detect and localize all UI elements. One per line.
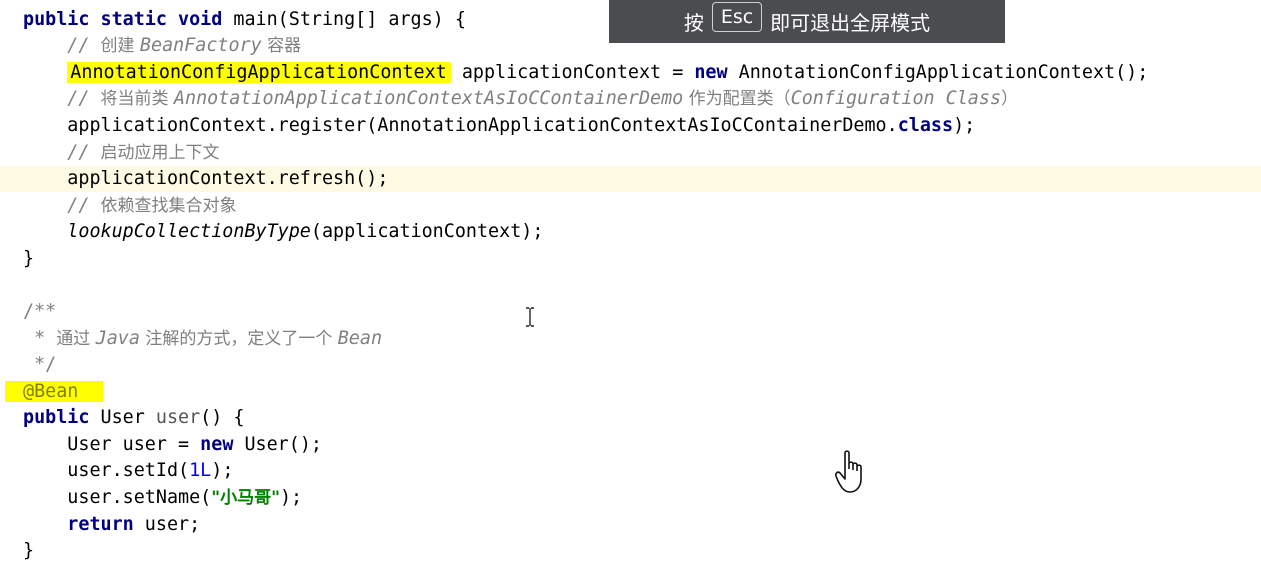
comment-text: 将当前类 <box>100 89 174 109</box>
method-name: user <box>155 407 201 428</box>
hand-cursor-icon <box>835 450 862 493</box>
string-literal: "小马哥" <box>211 488 280 508</box>
code-text: AnnotationConfigApplicationContext(); <box>727 62 1149 83</box>
comment-text: 启动应用上下文 <box>100 143 220 163</box>
code-line-7-current: applicationContext.refresh(); <box>0 166 1261 192</box>
code-line-19: user.setName("小马哥"); <box>0 485 1261 511</box>
keyword: public static void <box>23 9 223 30</box>
static-method-call: lookupCollectionByType <box>67 221 311 242</box>
code-line-5: applicationContext.register(AnnotationAp… <box>0 113 1261 139</box>
hint-suffix: 即可退出全屏模式 <box>770 11 931 35</box>
code-line-10: } <box>0 246 1261 272</box>
code-editor[interactable]: public static void main(String[] args) {… <box>0 0 1261 569</box>
comment-marker: // <box>67 195 101 216</box>
code-line-3: AnnotationConfigApplicationContext appli… <box>0 60 1261 86</box>
code-text: user.setName( <box>67 487 212 508</box>
closing-brace: } <box>23 540 35 561</box>
code-text: user.setId( <box>67 460 190 481</box>
code-text: ); <box>953 115 976 136</box>
hint-prefix: 按 <box>683 11 704 35</box>
code-line-14: */ <box>0 352 1261 378</box>
code-text: User user = <box>67 434 201 455</box>
code-line-20: return user; <box>0 512 1261 538</box>
code-text: main(String[] args) { <box>222 9 466 30</box>
comment-text: 容器 <box>261 36 302 56</box>
javadoc-text: 通过 <box>56 329 96 349</box>
javadoc-star: * <box>23 328 57 349</box>
code-text: User(); <box>233 434 322 455</box>
comment-text: ） <box>1001 89 1019 109</box>
closing-brace: } <box>23 248 35 269</box>
comment-text: 作为配置类（ <box>683 89 791 109</box>
highlighted-annotation: @Bean <box>5 381 104 402</box>
code-text: User <box>89 407 156 428</box>
code-line-21: } <box>0 538 1261 564</box>
keyword: new <box>200 434 234 455</box>
code-line-4: // 将当前类 AnnotationApplicationContextAsIo… <box>0 86 1261 112</box>
code-line-9: lookupCollectionByType(applicationContex… <box>0 219 1261 245</box>
code-line-16: public User user() { <box>0 405 1261 431</box>
keyword: new <box>694 62 728 83</box>
number-literal: 1L <box>189 460 212 481</box>
keyword: class <box>897 115 954 136</box>
comment-italic: Configuration Class <box>790 88 1002 109</box>
code-text: user; <box>133 514 201 535</box>
comment-text: 创建 <box>100 36 140 56</box>
code-text: ); <box>279 487 303 508</box>
esc-key-badge: Esc <box>711 1 763 32</box>
javadoc-close: */ <box>23 354 57 375</box>
comment-marker: // <box>67 88 101 109</box>
fullscreen-exit-hint: 按 Esc 即可退出全屏模式 <box>609 0 1005 43</box>
code-line-6: // 启动应用上下文 <box>0 140 1261 166</box>
code-line-8: // 依赖查找集合对象 <box>0 193 1261 219</box>
code-line-18: user.setId(1L); <box>0 458 1261 484</box>
code-text: (applicationContext); <box>310 221 544 242</box>
keyword: public <box>23 407 90 428</box>
code-text: applicationContext.register(AnnotationAp… <box>67 115 898 136</box>
comment-italic: AnnotationApplicationContextAsIoCContain… <box>173 88 684 109</box>
comment-marker: // <box>67 35 101 56</box>
ibeam-cursor-icon <box>526 307 534 327</box>
code-line-13: * 通过 Java 注解的方式，定义了一个 Bean <box>0 326 1261 352</box>
code-text: () { <box>200 407 245 428</box>
javadoc-italic: Bean <box>337 328 383 349</box>
code-line-17: User user = new User(); <box>0 432 1261 458</box>
comment-marker: // <box>67 142 101 163</box>
code-text: applicationContext = <box>450 62 695 83</box>
code-line-15: @Bean <box>0 379 1261 405</box>
javadoc-open: /** <box>23 301 57 322</box>
highlighted-type: AnnotationConfigApplicationContext <box>67 62 451 83</box>
comment-italic: BeanFactory <box>139 35 262 56</box>
code-text: ); <box>211 460 234 481</box>
javadoc-text: 注解的方式，定义了一个 <box>139 329 338 349</box>
code-text: applicationContext.refresh(); <box>67 168 389 189</box>
code-line-12: /** <box>0 299 1261 325</box>
javadoc-italic: Java <box>95 328 140 349</box>
keyword: return <box>67 514 134 535</box>
comment-text: 依赖查找集合对象 <box>100 196 237 216</box>
